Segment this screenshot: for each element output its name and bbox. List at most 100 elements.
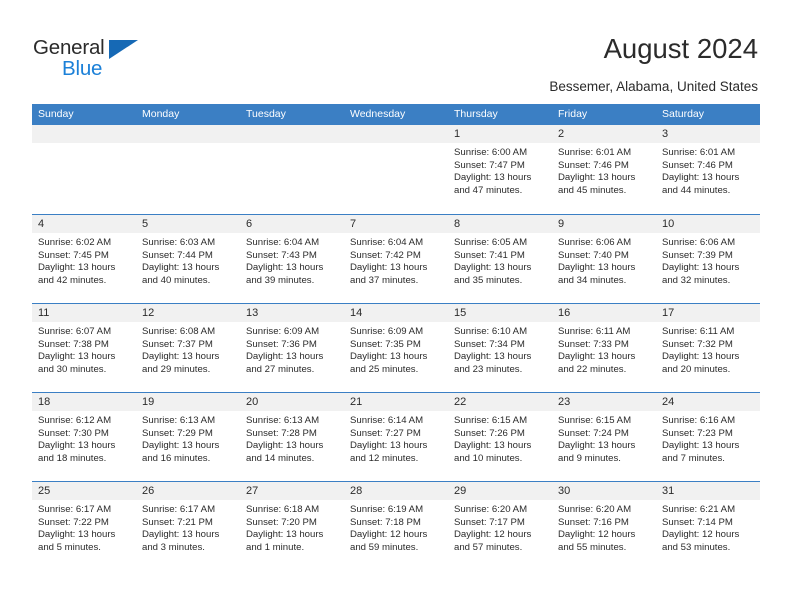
sunset-time: Sunset: 7:17 PM [454,516,525,528]
calendar-day-cell[interactable]: 30 Sunrise: 6:20 AM Sunset: 7:16 PM Dayligh… [552,482,656,570]
weekday-header-saturday: Saturday [662,108,705,120]
sunrise-time: Sunrise: 6:11 AM [662,326,735,337]
day-sun-info: Sunrise: 6:15 AM Sunset: 7:24 PM Daylight:… [552,411,656,465]
day-sun-info: Sunrise: 6:16 AM Sunset: 7:23 PM Daylight:… [656,411,760,465]
sunset-time: Sunset: 7:14 PM [662,516,733,528]
daylight-duration-line1: Daylight: 13 hours [38,529,116,541]
calendar-day-cell[interactable]: 1 Sunrise: 6:00 AM Sunset: 7:47 PM Daylight… [448,125,552,214]
calendar-day-cell[interactable]: 24 Sunrise: 6:16 AM Sunset: 7:23 PM Dayligh… [656,393,760,481]
daylight-duration-line1: Daylight: 13 hours [454,351,532,363]
calendar-day-cell[interactable]: 11 Sunrise: 6:07 AM Sunset: 7:38 PM Dayligh… [32,304,136,392]
day-sun-info: Sunrise: 6:13 AM Sunset: 7:29 PM Daylight:… [136,411,240,465]
weekday-header-row: Sunday Monday Tuesday Wednesday Thursday Frid… [32,104,760,125]
day-sun-info: Sunrise: 6:00 AM Sunset: 7:47 PM Daylight:… [448,143,552,197]
daylight-duration-line2: and 35 minutes. [454,274,523,286]
calendar-day-cell[interactable]: 22 Sunrise: 6:15 AM Sunset: 7:26 PM Dayligh… [448,393,552,481]
day-number: 18 [32,393,136,411]
day-sun-info: Sunrise: 6:08 AM Sunset: 7:37 PM Daylight:… [136,322,240,376]
calendar-day-cell[interactable]: 5 Sunrise: 6:03 AM Sunset: 7:44 PM Daylight… [136,215,240,303]
daylight-duration-line1: Daylight: 13 hours [558,172,636,184]
day-number: 3 [656,125,760,143]
day-number: 29 [448,482,552,500]
logo-text-blue: Blue [62,57,103,80]
day-sun-info: Sunrise: 6:01 AM Sunset: 7:46 PM Daylight:… [656,143,760,197]
daylight-duration-line1: Daylight: 13 hours [246,529,324,541]
day-number: 23 [552,393,656,411]
sunrise-time: Sunrise: 6:04 AM [350,237,424,248]
calendar-day-cell[interactable]: 31 Sunrise: 6:21 AM Sunset: 7:14 PM Dayligh… [656,482,760,570]
day-sun-info: Sunrise: 6:20 AM Sunset: 7:16 PM Daylight:… [552,500,656,554]
daylight-duration-line2: and 47 minutes. [454,184,523,196]
day-sun-info: Sunrise: 6:21 AM Sunset: 7:14 PM Daylight:… [656,500,760,554]
sunset-time: Sunset: 7:39 PM [662,249,733,261]
daylight-duration-line1: Daylight: 13 hours [662,351,740,363]
sunrise-time: Sunrise: 6:13 AM [246,415,320,426]
day-number: 16 [552,304,656,322]
calendar-day-cell[interactable]: 12 Sunrise: 6:08 AM Sunset: 7:37 PM Dayligh… [136,304,240,392]
calendar-week-row: 18 Sunrise: 6:12 AM Sunset: 7:30 PM Dayligh… [32,392,760,481]
calendar-day-cell[interactable]: 15 Sunrise: 6:10 AM Sunset: 7:34 PM Dayligh… [448,304,552,392]
daylight-duration-line2: and 39 minutes. [246,274,315,286]
day-sun-info: Sunrise: 6:06 AM Sunset: 7:40 PM Daylight:… [552,233,656,287]
calendar-day-cell[interactable]: 28 Sunrise: 6:19 AM Sunset: 7:18 PM Dayligh… [344,482,448,570]
daylight-duration-line2: and 42 minutes. [38,274,107,286]
daylight-duration-line1: Daylight: 13 hours [662,172,740,184]
calendar-day-cell[interactable]: 6 Sunrise: 6:04 AM Sunset: 7:43 PM Daylight… [240,215,344,303]
daylight-duration-line2: and 25 minutes. [350,363,419,375]
day-number: 19 [136,393,240,411]
day-number: 12 [136,304,240,322]
daylight-duration-line1: Daylight: 12 hours [558,529,636,541]
sunrise-time: Sunrise: 6:08 AM [142,326,216,337]
calendar-day-cell[interactable]: 3 Sunrise: 6:01 AM Sunset: 7:46 PM Daylight… [656,125,760,214]
sunrise-time: Sunrise: 6:10 AM [454,326,528,337]
page-header: General Blue August 2024 Bessemer, Alaba… [0,0,792,100]
calendar-day-cell[interactable]: 19 Sunrise: 6:13 AM Sunset: 7:29 PM Dayligh… [136,393,240,481]
day-sun-info: Sunrise: 6:11 AM Sunset: 7:33 PM Daylight:… [552,322,656,376]
calendar-day-cell[interactable]: 17 Sunrise: 6:11 AM Sunset: 7:32 PM Dayligh… [656,304,760,392]
sunrise-time: Sunrise: 6:13 AM [142,415,216,426]
sunset-time: Sunset: 7:16 PM [558,516,629,528]
daylight-duration-line2: and 32 minutes. [662,274,731,286]
day-sun-info: Sunrise: 6:15 AM Sunset: 7:26 PM Daylight:… [448,411,552,465]
calendar-day-cell[interactable]: 27 Sunrise: 6:18 AM Sunset: 7:20 PM Dayligh… [240,482,344,570]
day-number: 31 [656,482,760,500]
sunset-time: Sunset: 7:18 PM [350,516,421,528]
daylight-duration-line1: Daylight: 13 hours [142,351,220,363]
calendar-day-cell[interactable]: 25 Sunrise: 6:17 AM Sunset: 7:22 PM Dayligh… [32,482,136,570]
sunset-time: Sunset: 7:26 PM [454,427,525,439]
sunset-time: Sunset: 7:41 PM [454,249,525,261]
calendar-day-cell[interactable]: 10 Sunrise: 6:06 AM Sunset: 7:39 PM Dayligh… [656,215,760,303]
daylight-duration-line1: Daylight: 13 hours [142,529,220,541]
calendar-day-cell[interactable]: 26 Sunrise: 6:17 AM Sunset: 7:21 PM Dayligh… [136,482,240,570]
day-sun-info: Sunrise: 6:17 AM Sunset: 7:21 PM Daylight:… [136,500,240,554]
calendar-day-cell-empty [136,125,240,214]
calendar-day-cell[interactable]: 9 Sunrise: 6:06 AM Sunset: 7:40 PM Daylight… [552,215,656,303]
calendar-day-cell[interactable]: 8 Sunrise: 6:05 AM Sunset: 7:41 PM Daylight… [448,215,552,303]
calendar-day-cell[interactable]: 23 Sunrise: 6:15 AM Sunset: 7:24 PM Dayligh… [552,393,656,481]
daylight-duration-line1: Daylight: 13 hours [350,262,428,274]
daylight-duration-line1: Daylight: 13 hours [246,262,324,274]
sunset-time: Sunset: 7:23 PM [662,427,733,439]
calendar-day-cell[interactable]: 29 Sunrise: 6:20 AM Sunset: 7:17 PM Dayligh… [448,482,552,570]
daylight-duration-line2: and 37 minutes. [350,274,419,286]
calendar-day-cell[interactable]: 18 Sunrise: 6:12 AM Sunset: 7:30 PM Dayligh… [32,393,136,481]
calendar-day-cell[interactable]: 4 Sunrise: 6:02 AM Sunset: 7:45 PM Daylight… [32,215,136,303]
calendar-week-row: 11 Sunrise: 6:07 AM Sunset: 7:38 PM Dayligh… [32,303,760,392]
sunset-time: Sunset: 7:28 PM [246,427,317,439]
general-blue-logo[interactable]: General Blue [33,36,163,84]
calendar-day-cell[interactable]: 2 Sunrise: 6:01 AM Sunset: 7:46 PM Daylight… [552,125,656,214]
calendar-week-row: 25 Sunrise: 6:17 AM Sunset: 7:22 PM Dayligh… [32,481,760,570]
calendar-day-cell[interactable]: 13 Sunrise: 6:09 AM Sunset: 7:36 PM Dayligh… [240,304,344,392]
calendar-day-cell[interactable]: 16 Sunrise: 6:11 AM Sunset: 7:33 PM Dayligh… [552,304,656,392]
calendar-day-cell[interactable]: 21 Sunrise: 6:14 AM Sunset: 7:27 PM Dayligh… [344,393,448,481]
sunrise-time: Sunrise: 6:20 AM [558,504,632,515]
calendar-day-cell[interactable]: 20 Sunrise: 6:13 AM Sunset: 7:28 PM Dayligh… [240,393,344,481]
day-number: 15 [448,304,552,322]
calendar-day-cell[interactable]: 7 Sunrise: 6:04 AM Sunset: 7:42 PM Daylight… [344,215,448,303]
day-number [32,125,136,143]
weekday-header-monday: Monday [142,108,180,120]
daylight-duration-line2: and 45 minutes. [558,184,627,196]
sunset-time: Sunset: 7:29 PM [142,427,213,439]
day-sun-info: Sunrise: 6:02 AM Sunset: 7:45 PM Daylight:… [32,233,136,287]
calendar-day-cell[interactable]: 14 Sunrise: 6:09 AM Sunset: 7:35 PM Dayligh… [344,304,448,392]
